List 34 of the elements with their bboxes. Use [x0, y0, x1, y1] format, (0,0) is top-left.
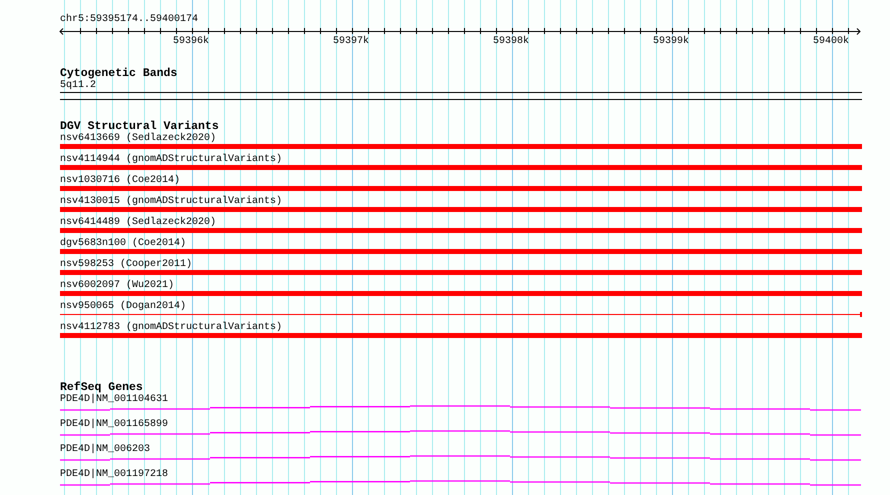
gene-label[interactable]: PDE4D|NM_001165899	[60, 419, 168, 430]
band-label: 5q11.2	[60, 80, 96, 91]
variant-bar[interactable]	[60, 249, 862, 254]
gene-label[interactable]: PDE4D|NM_001197218	[60, 469, 168, 480]
track-title: RefSeq Genes	[60, 381, 143, 394]
tick-label: 59399k	[653, 36, 690, 48]
variant-label[interactable]: nsv6413669 (Sedlazeck2020)	[60, 133, 216, 144]
track-title: Cytogenetic Bands	[60, 67, 178, 80]
variant-label[interactable]: nsv6002097 (Wu2021)	[60, 280, 174, 291]
tick-label: 59398k	[493, 36, 530, 48]
variant-label[interactable]: nsv6414489 (Sedlazeck2020)	[60, 217, 216, 228]
variant-bar[interactable]	[60, 228, 862, 233]
variant-line[interactable]	[60, 312, 862, 317]
variant-label[interactable]: nsv950065 (Dogan2014)	[60, 301, 186, 312]
gene-label[interactable]: PDE4D|NM_001104631	[60, 394, 168, 405]
variant-bar[interactable]	[60, 207, 862, 212]
track-title: DGV Structural Variants	[60, 120, 219, 133]
tick-label: 59400k	[813, 36, 850, 48]
variant-label[interactable]: dgv5683n100 (Coe2014)	[60, 238, 186, 249]
gene-label[interactable]: PDE4D|NM_006203	[60, 444, 150, 455]
variant-bar[interactable]	[60, 144, 862, 149]
variant-label[interactable]: nsv4112783 (gnomADStructuralVariants)	[60, 322, 282, 333]
variant-bar[interactable]	[60, 291, 862, 296]
variant-bar[interactable]	[60, 186, 862, 191]
location-label: chr5:59395174..59400174	[60, 14, 198, 26]
variant-label[interactable]: nsv4130015 (gnomADStructuralVariants)	[60, 196, 282, 207]
variant-label[interactable]: nsv4114944 (gnomADStructuralVariants)	[60, 154, 282, 165]
variant-bar[interactable]	[60, 333, 862, 338]
tick-label: 59396k	[173, 36, 210, 48]
variant-bar[interactable]	[60, 165, 862, 170]
tick-label: 59397k	[333, 36, 370, 48]
variant-label[interactable]: nsv598253 (Cooper2011)	[60, 259, 192, 270]
variant-bar[interactable]	[60, 270, 862, 275]
variant-label[interactable]: nsv1030716 (Coe2014)	[60, 175, 180, 186]
